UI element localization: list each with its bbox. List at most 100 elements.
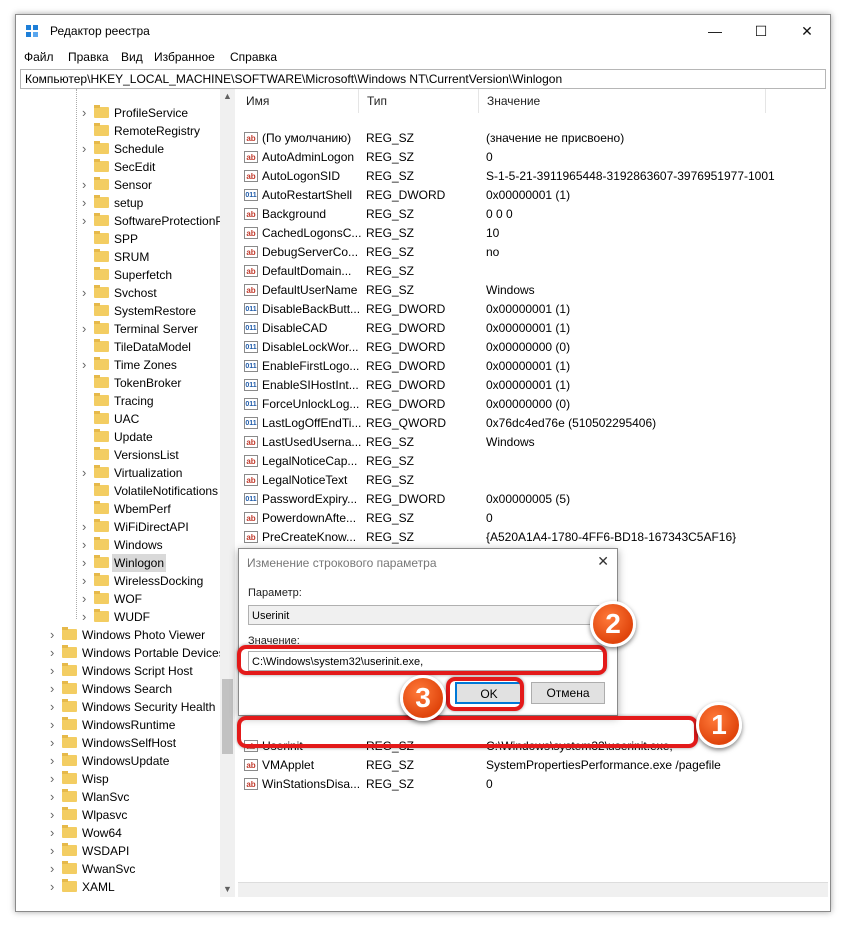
string-value-icon: ab xyxy=(244,227,258,239)
param-name-field: Userinit xyxy=(248,605,606,625)
expand-chevron-icon[interactable]: › xyxy=(50,680,60,698)
menu-bar: Файл Правка Вид Избранное Справка xyxy=(16,47,830,67)
title-bar[interactable]: Редактор реестра — ☐ ✕ xyxy=(16,15,830,47)
expand-chevron-icon[interactable]: › xyxy=(82,140,92,158)
close-button[interactable]: ✕ xyxy=(784,15,830,47)
expand-chevron-icon[interactable]: › xyxy=(50,734,60,752)
binary-value-icon: 011 xyxy=(244,322,258,334)
value-type: REG_SZ xyxy=(366,777,415,791)
folder-icon xyxy=(94,609,109,622)
expand-chevron-icon[interactable]: › xyxy=(82,536,92,554)
menu-edit[interactable]: Правка xyxy=(68,50,109,64)
scroll-up-arrow[interactable]: ▲ xyxy=(220,89,235,104)
value-data: 0x76dc4ed76e (510502295406) xyxy=(486,416,657,430)
expand-chevron-icon[interactable]: › xyxy=(82,212,92,230)
regedit-window: Редактор реестра — ☐ ✕ Файл Правка Вид И… xyxy=(15,14,831,912)
value-name: ForceUnlockLog... xyxy=(262,397,360,411)
value-data: 0x00000001 (1) xyxy=(486,321,571,335)
folder-icon xyxy=(94,123,109,136)
key-tree: › ProfileService RemoteRegistry › Schedule Se… xyxy=(20,89,221,897)
column-header-value[interactable]: Значение xyxy=(479,89,766,113)
expand-chevron-icon[interactable]: › xyxy=(50,896,60,897)
expand-chevron-icon[interactable]: › xyxy=(82,356,92,374)
expand-chevron-icon[interactable]: › xyxy=(82,554,92,572)
folder-icon xyxy=(62,645,77,658)
folder-icon xyxy=(62,771,77,784)
tree-key-label: WwanSvc xyxy=(82,862,136,876)
scroll-thumb[interactable] xyxy=(222,679,233,754)
expand-chevron-icon[interactable]: › xyxy=(82,590,92,608)
tree-key-label: Superfetch xyxy=(114,268,173,282)
menu-view[interactable]: Вид xyxy=(121,50,143,64)
expand-chevron-icon[interactable]: › xyxy=(82,320,92,338)
string-value-icon: ab xyxy=(244,208,258,220)
folder-icon xyxy=(94,411,109,424)
scroll-down-arrow[interactable]: ▼ xyxy=(220,882,235,897)
expand-chevron-icon[interactable]: › xyxy=(82,104,92,122)
tree-key-label: Windows xyxy=(114,538,163,552)
string-value-icon: ab xyxy=(244,151,258,163)
folder-icon xyxy=(62,879,77,892)
folder-icon xyxy=(94,555,109,568)
expand-chevron-icon[interactable]: › xyxy=(50,716,60,734)
expand-chevron-icon[interactable]: › xyxy=(50,878,60,896)
folder-icon xyxy=(94,465,109,478)
string-value-icon: ab xyxy=(244,265,258,277)
expand-chevron-icon[interactable]: › xyxy=(50,770,60,788)
expand-chevron-icon[interactable]: › xyxy=(50,626,60,644)
value-type: REG_SZ xyxy=(366,435,415,449)
value-type: REG_SZ xyxy=(366,454,415,468)
tree-key-label: Wlpasvc xyxy=(82,808,128,822)
expand-chevron-icon[interactable]: › xyxy=(50,806,60,824)
expand-chevron-icon[interactable]: › xyxy=(82,194,92,212)
folder-icon xyxy=(94,249,109,262)
folder-icon xyxy=(94,393,109,406)
list-scrollbar[interactable] xyxy=(238,882,828,897)
value-name: AutoAdminLogon xyxy=(262,150,355,164)
maximize-button[interactable]: ☐ xyxy=(738,15,784,47)
binary-value-icon: 011 xyxy=(244,417,258,429)
value-name: PreCreateKnow... xyxy=(262,530,357,544)
expand-chevron-icon[interactable]: › xyxy=(50,752,60,770)
expand-chevron-icon[interactable]: › xyxy=(50,662,60,680)
expand-chevron-icon[interactable]: › xyxy=(82,284,92,302)
value-type: REG_DWORD xyxy=(366,302,446,316)
tree-key-label: XAML xyxy=(82,880,115,894)
string-value-icon: ab xyxy=(244,759,258,771)
address-bar[interactable]: Компьютер\HKEY_LOCAL_MACHINE\SOFTWARE\Mi… xyxy=(20,69,826,89)
dialog-close-icon[interactable]: ✕ xyxy=(597,553,609,570)
folder-icon xyxy=(94,573,109,586)
string-value-icon: ab xyxy=(244,455,258,467)
menu-help[interactable]: Справка xyxy=(230,50,277,64)
folder-icon xyxy=(94,231,109,244)
column-header-name[interactable]: Имя xyxy=(238,89,359,113)
value-data: Windows xyxy=(486,283,535,297)
expand-chevron-icon[interactable]: › xyxy=(82,608,92,626)
minimize-button[interactable]: — xyxy=(692,15,738,47)
tree-scrollbar[interactable]: ▲ ▼ xyxy=(220,89,235,897)
value-type: REG_SZ xyxy=(366,283,415,297)
tree-key-label: TokenBroker xyxy=(114,376,182,390)
expand-chevron-icon[interactable]: › xyxy=(82,518,92,536)
expand-chevron-icon[interactable]: › xyxy=(50,698,60,716)
expand-chevron-icon[interactable]: › xyxy=(50,842,60,860)
folder-icon xyxy=(94,483,109,496)
expand-chevron-icon[interactable]: › xyxy=(82,176,92,194)
expand-chevron-icon[interactable]: › xyxy=(50,860,60,878)
value-name: EnableFirstLogo... xyxy=(262,359,360,373)
cancel-button[interactable]: Отмена xyxy=(531,682,605,704)
menu-favorites[interactable]: Избранное xyxy=(154,50,215,64)
folder-icon xyxy=(94,321,109,334)
expand-chevron-icon[interactable]: › xyxy=(50,788,60,806)
expand-chevron-icon[interactable]: › xyxy=(50,824,60,842)
tree-key-label: Sensor xyxy=(114,178,153,192)
folder-icon xyxy=(62,789,77,802)
tree-key-label: Virtualization xyxy=(114,466,183,480)
expand-chevron-icon[interactable]: › xyxy=(50,644,60,662)
expand-chevron-icon[interactable]: › xyxy=(82,464,92,482)
expand-chevron-icon[interactable]: › xyxy=(82,572,92,590)
menu-file[interactable]: Файл xyxy=(24,50,54,64)
value-name: LastUsedUserna... xyxy=(262,435,362,449)
tree-key-label: Terminal Server xyxy=(114,322,199,336)
column-header-type[interactable]: Тип xyxy=(359,89,479,113)
